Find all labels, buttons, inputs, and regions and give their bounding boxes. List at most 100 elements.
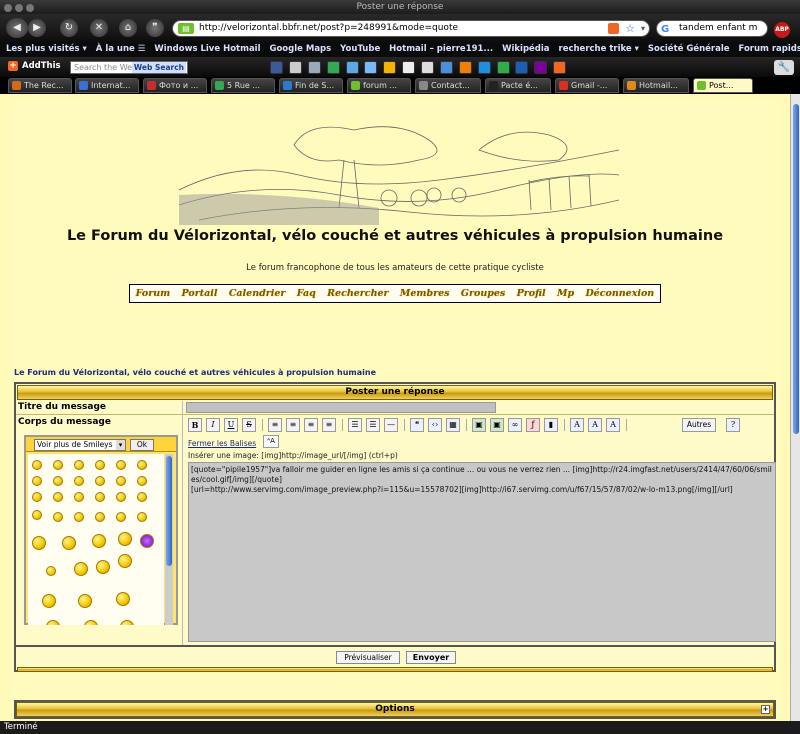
bookmark-item[interactable]: Wikipédia <box>502 42 549 57</box>
bookmark-item[interactable]: Les plus visités ▾ <box>6 42 87 57</box>
tab[interactable]: The Rec... <box>8 78 72 93</box>
smiley-icon[interactable] <box>84 620 98 625</box>
menu-deconnexion[interactable]: Déconnexion <box>585 288 654 299</box>
msn-icon[interactable] <box>515 61 529 74</box>
menu-portail[interactable]: Portail <box>182 288 218 299</box>
bookmark-item[interactable]: Windows Live Hotmail <box>154 42 260 57</box>
smiley-icon[interactable] <box>95 460 105 470</box>
smiley-icon[interactable] <box>46 620 60 625</box>
bookmark-item[interactable]: Forum rapidshare P... <box>739 42 800 57</box>
send-button[interactable]: Envoyer <box>406 651 456 664</box>
smiley-icon[interactable] <box>116 492 126 502</box>
speech-bubble-icon[interactable]: ❞ <box>146 19 164 37</box>
search-input[interactable]: G tandem enfant m <box>656 20 768 37</box>
smiley-icon[interactable] <box>116 512 126 522</box>
menu-forum[interactable]: Forum <box>136 288 171 299</box>
tab[interactable]: Gmail -... <box>555 78 619 93</box>
tab[interactable]: forum ... <box>347 78 411 93</box>
home-icon[interactable]: ⌂ <box>119 19 137 37</box>
tab[interactable]: Internat... <box>75 78 139 93</box>
table-icon[interactable]: ▦ <box>446 418 460 432</box>
justify-icon[interactable]: ≡ <box>322 418 336 432</box>
smiley-icon[interactable] <box>92 534 106 548</box>
smileys-scrollbar[interactable] <box>165 454 173 625</box>
google-icon[interactable]: G <box>661 22 669 36</box>
tab[interactable]: Contact... <box>415 78 481 93</box>
smiley-icon[interactable] <box>32 536 46 550</box>
smiley-icon[interactable] <box>118 532 132 546</box>
smiley-icon[interactable] <box>137 512 147 522</box>
tab-active[interactable]: Post... <box>693 78 753 93</box>
menu-faq[interactable]: Faq <box>297 288 316 299</box>
smiley-icon[interactable] <box>116 460 126 470</box>
font-size-icon[interactable]: A <box>570 418 584 432</box>
bold-button[interactable]: B <box>188 418 202 432</box>
wrench-icon[interactable]: 🔧 <box>774 60 794 75</box>
flash-icon[interactable]: ƒ <box>526 418 540 432</box>
help-icon[interactable]: ? <box>726 418 740 432</box>
subject-input[interactable] <box>186 402 496 413</box>
smiley-icon[interactable] <box>62 536 76 550</box>
yahoo-icon[interactable] <box>534 61 548 74</box>
preview-button[interactable]: Prévisualiser <box>336 651 400 664</box>
smiley-icon[interactable] <box>74 562 88 576</box>
smiley-icon[interactable] <box>32 492 42 502</box>
smiley-icon[interactable] <box>137 460 147 470</box>
rss-icon[interactable] <box>608 23 619 34</box>
smiley-icon[interactable] <box>116 476 126 486</box>
smiley-icon[interactable] <box>137 492 147 502</box>
close-tags-link[interactable]: Fermer les Balises <box>188 439 256 448</box>
smiley-icon[interactable] <box>53 512 63 522</box>
menu-calendrier[interactable]: Calendrier <box>229 288 286 299</box>
stumbleupon-icon[interactable] <box>402 61 416 74</box>
smiley-icon[interactable] <box>137 476 147 486</box>
smiley-icon[interactable] <box>78 594 92 608</box>
more-share-icon[interactable] <box>553 61 567 74</box>
address-bar[interactable]: ▤ http://velorizontal.bbfr.net/post?p=24… <box>172 20 650 37</box>
smiley-icon[interactable] <box>32 460 42 470</box>
more-options-button[interactable]: Autres <box>682 418 716 432</box>
bookmark-icon[interactable] <box>439 61 453 74</box>
video-icon[interactable]: ▮ <box>544 418 558 432</box>
bullet-list-icon[interactable]: ☰ <box>348 418 362 432</box>
smiley-icon[interactable] <box>74 460 84 470</box>
smiley-icon[interactable] <box>74 512 84 522</box>
tab[interactable]: Фото и ... <box>143 78 207 93</box>
smileys-ok-button[interactable]: Ok <box>130 439 154 451</box>
text-size-icon[interactable]: ᴬA <box>263 435 279 448</box>
bookmark-item[interactable]: Hotmail – pierre191... <box>389 42 493 57</box>
google-bookmark-icon[interactable] <box>326 61 340 74</box>
expand-icon[interactable]: + <box>761 705 770 714</box>
delicious-icon[interactable] <box>421 61 434 74</box>
tab[interactable]: 5 Rue ... <box>211 78 275 93</box>
smiley-icon[interactable] <box>74 476 84 486</box>
smiley-icon[interactable] <box>95 512 105 522</box>
menu-mp[interactable]: Mp <box>557 288 574 299</box>
code-icon[interactable]: ‹› <box>428 418 442 432</box>
email-icon[interactable] <box>307 61 321 74</box>
site-identity-icon[interactable]: ▤ <box>178 23 194 34</box>
url-history-dropdown-icon[interactable]: ▾ <box>641 21 645 36</box>
numbered-list-icon[interactable]: ☰ <box>366 418 380 432</box>
bookmark-item[interactable]: recherche trike ▾ <box>559 42 639 57</box>
font-face-icon[interactable]: A <box>606 418 620 432</box>
font-color-icon[interactable]: A <box>588 418 602 432</box>
adblock-plus-icon[interactable]: ABP <box>774 22 790 38</box>
smiley-icon[interactable] <box>116 592 130 606</box>
page-scroll-thumb[interactable] <box>793 104 799 434</box>
share-icon[interactable] <box>364 61 378 74</box>
smiley-icon[interactable] <box>42 594 56 608</box>
add-icon[interactable] <box>496 61 510 74</box>
smiley-icon[interactable] <box>32 476 42 486</box>
image-icon[interactable]: ▣ <box>472 418 486 432</box>
live-icon[interactable] <box>477 61 491 74</box>
smileys-scroll-thumb[interactable] <box>166 456 172 566</box>
bookmark-item[interactable]: Société Générale <box>648 42 730 57</box>
smiley-icon[interactable] <box>46 566 56 576</box>
message-body-textarea[interactable]: [quote="pipile1957"]va falloir me guider… <box>188 462 776 642</box>
tab[interactable]: Hotmail... <box>623 78 689 93</box>
smiley-icon[interactable] <box>32 510 42 520</box>
breadcrumb-forum-link[interactable]: Le Forum du Vélorizontal, vélo couché et… <box>14 368 376 377</box>
smiley-icon[interactable] <box>53 476 63 486</box>
menu-membres[interactable]: Membres <box>400 288 450 299</box>
